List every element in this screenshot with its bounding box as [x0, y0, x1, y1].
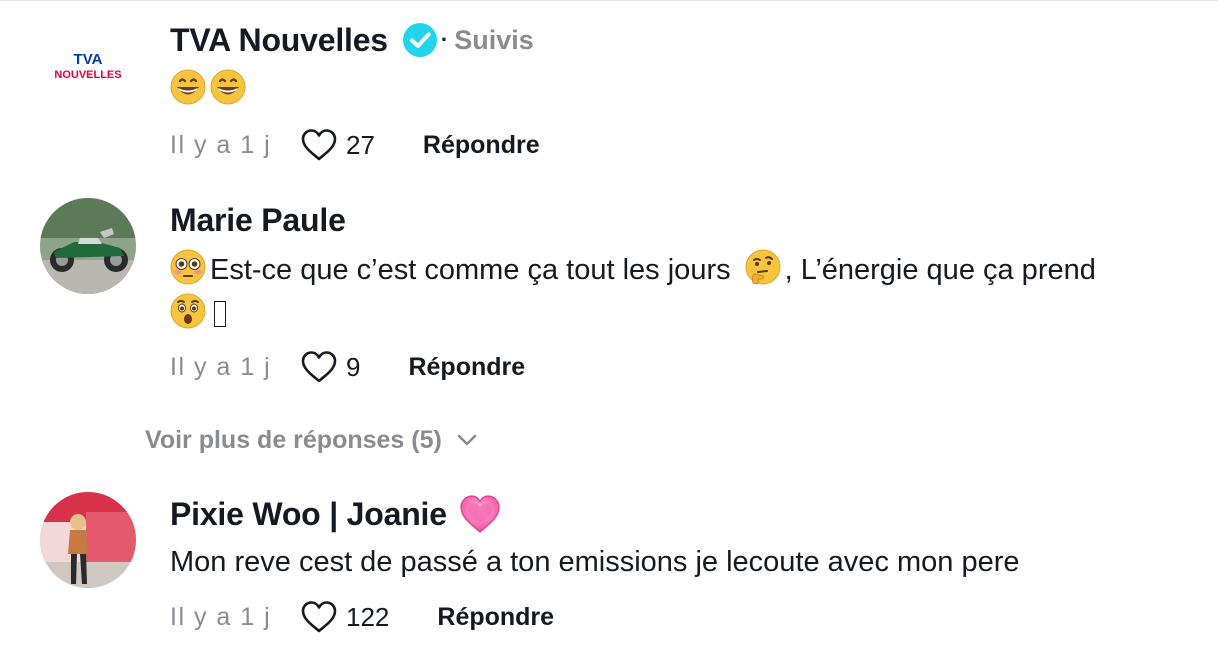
avatar-logo-bottom: NOUVELLES	[54, 69, 121, 81]
sparkling-heart-icon	[460, 495, 500, 533]
author-name[interactable]: Pixie Woo | Joanie	[170, 496, 447, 533]
reply-button[interactable]: Répondre	[437, 603, 554, 632]
chevron-down-icon[interactable]	[456, 433, 478, 447]
grinning-face-icon	[210, 69, 246, 105]
avatar[interactable]	[40, 492, 136, 588]
comment-timestamp: Il y a 1 j	[170, 352, 272, 381]
thinking-face-icon	[745, 249, 781, 285]
unsupported-glyph-box	[214, 301, 226, 327]
reply-button[interactable]: Répondre	[408, 353, 525, 382]
astonished-face-icon	[170, 293, 206, 329]
author-name[interactable]: TVA Nouvelles	[170, 22, 388, 59]
like-button[interactable]: 27	[300, 128, 375, 162]
heart-outline-icon[interactable]	[300, 350, 338, 384]
view-more-replies-label[interactable]: Voir plus de réponses (5)	[145, 426, 442, 455]
comment-text: Mon reve cest de passé a ton emissions j…	[170, 546, 1020, 578]
grinning-face-icon	[170, 69, 206, 105]
reply-button[interactable]: Répondre	[423, 131, 540, 160]
like-button[interactable]: 9	[300, 350, 360, 384]
comment-text	[170, 68, 1198, 112]
author-name[interactable]: Marie Paule	[170, 202, 346, 239]
heart-outline-icon[interactable]	[300, 600, 338, 634]
flushed-face-icon	[170, 249, 206, 285]
comment-text: Est-ce que c’est comme ça tout les jours…	[170, 248, 1198, 336]
like-count: 122	[346, 601, 390, 632]
avatar-logo-top: TVA	[74, 51, 103, 68]
follow-status[interactable]: Suivis	[454, 25, 534, 56]
comment-timestamp: Il y a 1 j	[170, 130, 272, 159]
avatar[interactable]: TVA NOUVELLES	[40, 18, 136, 114]
heart-outline-icon[interactable]	[300, 128, 338, 162]
comment-text-part2: , L’énergie que ça prend	[784, 254, 1096, 286]
like-button[interactable]: 122	[300, 600, 389, 634]
like-count: 27	[346, 129, 375, 160]
comment-text-part1: Est-ce que c’est comme ça tout les jours	[210, 254, 731, 286]
separator-dot: ·	[440, 27, 449, 52]
verified-badge-icon	[402, 23, 437, 57]
avatar[interactable]	[40, 198, 136, 294]
like-count: 9	[346, 351, 361, 382]
comment-timestamp: Il y a 1 j	[170, 602, 272, 631]
view-more-replies-button[interactable]: Voir plus de réponses (5)	[145, 422, 478, 458]
top-divider	[0, 0, 1218, 1]
